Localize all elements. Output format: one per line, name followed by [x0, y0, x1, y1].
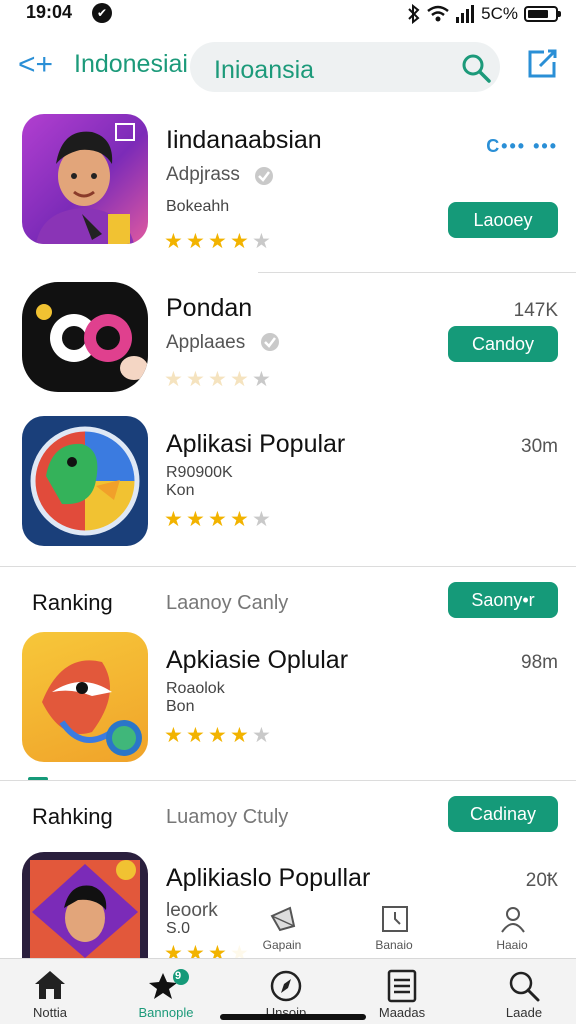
- app-icon: [22, 632, 148, 762]
- tab-label: Bannople: [138, 1005, 194, 1020]
- subtab-label: Banaio: [375, 938, 413, 952]
- verified-icon: [261, 333, 279, 351]
- app-category: leoork: [166, 900, 218, 921]
- compass-icon: [270, 970, 302, 1002]
- tab-badge: 9: [175, 970, 182, 982]
- rating-stars: ★ ★ ★ ★ ★: [164, 230, 271, 253]
- subtab-haaio[interactable]: Haaio: [472, 900, 552, 958]
- subtab-gapain[interactable]: Gapain: [242, 900, 322, 958]
- subtab-label: Haaio: [496, 938, 528, 952]
- divider: [0, 780, 576, 781]
- status-bar: 19:04 ✔ 5C%: [0, 0, 576, 28]
- bluetooth-icon: [408, 4, 420, 24]
- star-badge-icon: [149, 969, 189, 999]
- status-right: 5C%: [407, 3, 561, 25]
- app-meta: 30m: [521, 436, 558, 457]
- rating-stars: ★ ★ ★ ★ ★: [164, 508, 271, 531]
- app-detail: Kon: [166, 482, 195, 499]
- subtab-label: Gapain: [262, 938, 302, 952]
- person-icon: [501, 907, 525, 933]
- compose-icon[interactable]: [526, 48, 558, 80]
- wifi-icon: [427, 5, 449, 22]
- app-name: Iindanaabsian: [166, 126, 322, 154]
- app-category: Adpjrass: [166, 164, 240, 185]
- battery-icon: [524, 6, 561, 22]
- tab-maadas[interactable]: Maadas: [354, 965, 450, 1023]
- get-button[interactable]: Laooey: [448, 202, 558, 238]
- tab-label: Laade: [505, 1005, 543, 1020]
- notification-icon: ✔: [92, 3, 112, 23]
- search-icon[interactable]: [460, 52, 492, 84]
- search-query: Inioansia: [214, 56, 315, 84]
- app-icon: [22, 852, 148, 958]
- app-detail: S.0: [166, 920, 191, 937]
- tab-bannople[interactable]: 9 Bannople: [118, 965, 214, 1023]
- app-name: Apkiasie Oplular: [166, 646, 349, 674]
- verified-icon: [255, 167, 273, 185]
- tab-label: Nottia: [33, 1005, 67, 1020]
- app-meta: 20Ҟ: [525, 870, 558, 891]
- search-icon: [509, 971, 540, 1002]
- app-icon: [22, 282, 148, 392]
- app-category: Applaaes: [166, 332, 246, 353]
- section-button[interactable]: Saony•r: [448, 582, 558, 618]
- app-icon: [22, 416, 148, 546]
- search-field[interactable]: Inioansia: [190, 42, 500, 92]
- section-subtitle: Laanoy Canly: [166, 592, 289, 614]
- tab-nottia[interactable]: Nottia: [2, 965, 98, 1023]
- app-detail: Bon: [166, 698, 195, 715]
- rating-stars: ★ ★ ★ ★ ★: [164, 724, 271, 747]
- list-icon: [387, 969, 417, 1003]
- rating-stars: ★ ★ ★ ★ ★: [164, 368, 271, 391]
- get-button[interactable]: Candoy: [448, 326, 558, 362]
- app-meta: C••• •••: [486, 136, 558, 156]
- signal-icon: [456, 5, 475, 23]
- home-icon: [35, 971, 65, 999]
- app-meta: 98m: [521, 652, 558, 673]
- tab-laade[interactable]: Laade: [476, 965, 572, 1023]
- status-time: 19:04: [26, 2, 73, 22]
- tab-label: Maadas: [378, 1005, 426, 1020]
- back-add-button[interactable]: <+: [18, 48, 53, 82]
- app-name: Aplikasi Popular: [166, 430, 346, 458]
- app-meta: 147K: [513, 300, 558, 321]
- app-name: Aplikiaslo Popullar: [166, 864, 371, 892]
- battery-level: [528, 10, 548, 18]
- home-indicator[interactable]: [220, 1014, 366, 1020]
- section-title: Ranking: [32, 590, 113, 615]
- page-title: Indonesiai: [74, 50, 188, 78]
- kite-icon: [270, 906, 296, 932]
- app-category: Roaolok: [166, 680, 225, 697]
- header: <+ Indonesiai Inioansia: [0, 36, 576, 96]
- battery-percent: 5C%: [481, 4, 518, 23]
- section-title: Rahking: [32, 804, 113, 829]
- app-category: R90900K: [166, 464, 233, 481]
- section-button[interactable]: Cadinay: [448, 796, 558, 832]
- divider: [258, 272, 576, 273]
- subtab-banaio[interactable]: Banaio: [354, 900, 434, 958]
- divider: [0, 566, 576, 567]
- clock-box-icon: [382, 906, 408, 932]
- app-icon: [22, 114, 148, 244]
- section-subtitle: Luamoy Ctuly: [166, 806, 289, 828]
- secondary-tabs: Gapain Banaio Haaio: [230, 900, 576, 958]
- app-name: Pondan: [166, 294, 253, 322]
- app-detail: Bokeahh: [166, 198, 230, 215]
